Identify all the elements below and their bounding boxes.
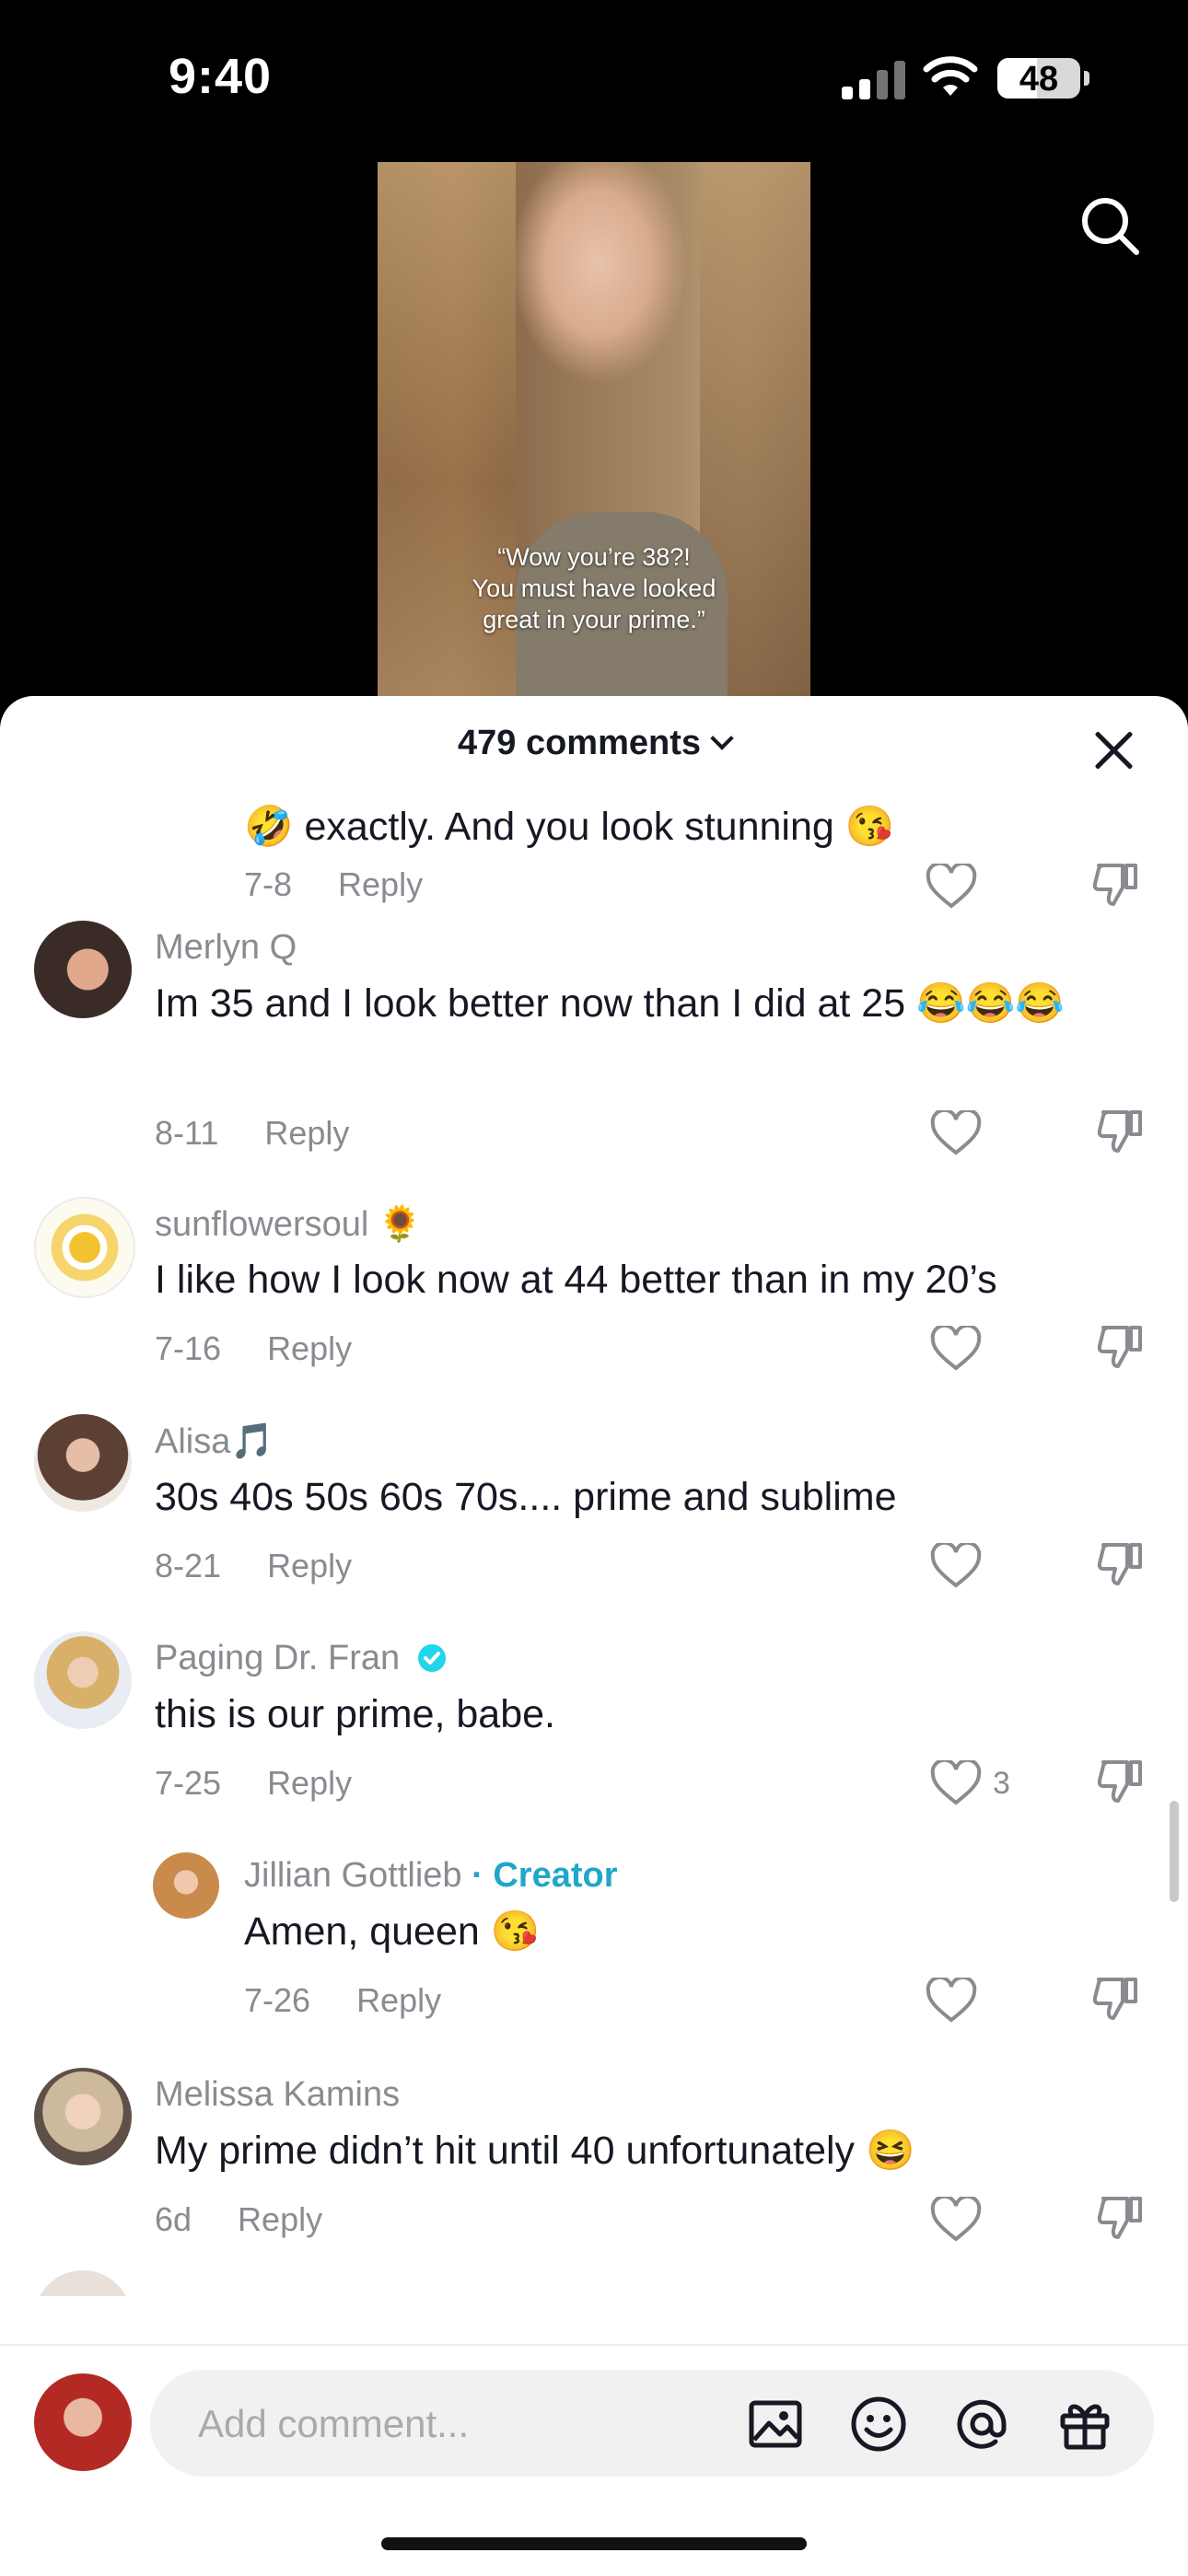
video-preview[interactable]: “Wow you’re 38?! You must have looked gr… — [378, 162, 810, 696]
comment-username[interactable]: Jillian Gottlieb · Creator — [244, 1856, 618, 1896]
comment-text: I like how I look now at 44 better than … — [155, 1258, 997, 1302]
comment-input[interactable] — [196, 2396, 716, 2453]
avatar[interactable] — [153, 1852, 219, 1919]
comment-meta: 7-25 Reply — [155, 1764, 352, 1803]
avatar[interactable] — [34, 1414, 132, 1512]
avatar[interactable] — [34, 2270, 132, 2296]
creator-label: · Creator — [472, 1856, 618, 1895]
comment-text: 30s 40s 50s 60s 70s.... prime and sublim… — [155, 1475, 897, 1519]
comment-username[interactable]: sunflowersoul 🌻 — [155, 1204, 422, 1245]
heart-icon[interactable] — [926, 1978, 977, 2024]
comment-text: this is our prime, babe. — [155, 1692, 555, 1736]
verified-badge-icon — [417, 1644, 446, 1672]
thumbs-down-icon[interactable] — [1096, 1539, 1146, 1589]
thumbs-down-icon[interactable] — [1096, 1322, 1146, 1372]
comment-text: My prime didn’t hit until 40 unfortunate… — [155, 2129, 915, 2173]
comment-username[interactable]: Paging Dr. Fran — [155, 1639, 447, 1678]
reply-button[interactable]: Reply — [238, 2200, 322, 2238]
comments-count-header[interactable]: 479 comments — [0, 724, 1188, 763]
thumbs-down-icon[interactable] — [1096, 2193, 1146, 2243]
heart-icon[interactable] — [930, 2197, 982, 2243]
heart-icon[interactable] — [926, 864, 977, 910]
avatar[interactable] — [34, 1197, 135, 1298]
like-count: 3 — [993, 1766, 1010, 1801]
cellular-signal-icon — [842, 59, 906, 99]
comment-meta: 6d Reply — [155, 2200, 322, 2239]
gift-icon[interactable] — [1056, 2396, 1113, 2453]
comments-count: 479 comments — [457, 724, 701, 762]
comments-sheet: 479 comments 🤣 exactly. And you look stu… — [0, 696, 1188, 2574]
comment-date: 7-25 — [155, 1764, 222, 1802]
thumbs-down-icon[interactable] — [1091, 860, 1141, 910]
comment-meta: 7-8 Reply — [244, 865, 423, 904]
comment-text: 🤣 exactly. And you look stunning 😘 — [244, 805, 895, 849]
user-avatar[interactable] — [34, 2373, 132, 2471]
home-indicator[interactable] — [381, 2537, 807, 2550]
avatar[interactable] — [34, 2068, 132, 2165]
status-time: 9:40 — [169, 49, 273, 104]
reply-button[interactable]: Reply — [356, 1981, 441, 2019]
video-caption: “Wow you’re 38?! You must have looked gr… — [378, 541, 810, 635]
comment-meta: 7-26 Reply — [244, 1981, 441, 2020]
comment-meta: 8-11 Reply — [155, 1114, 349, 1153]
caption-line: You must have looked — [472, 574, 716, 602]
comment-meta: 8-21 Reply — [155, 1547, 352, 1585]
thumbs-down-icon[interactable] — [1091, 1974, 1141, 2024]
thumbs-down-icon[interactable] — [1096, 1107, 1146, 1156]
comment-date: 6d — [155, 2200, 192, 2238]
status-bar: 9:40 48 — [0, 0, 1188, 147]
avatar[interactable] — [34, 921, 132, 1018]
battery-icon: 48 — [997, 58, 1089, 99]
chevron-down-icon — [710, 726, 734, 750]
caption-line: great in your prime.” — [483, 606, 705, 633]
comment-list[interactable]: 🤣 exactly. And you look stunning 😘 7-8 Re… — [0, 786, 1188, 2296]
heart-icon[interactable] — [930, 1110, 982, 1156]
comment-text: Amen, queen 😘 — [244, 1909, 541, 1954]
avatar[interactable] — [34, 1631, 132, 1729]
comment-username[interactable]: Alisa🎵 — [155, 1421, 274, 1462]
reply-button[interactable]: Reply — [338, 865, 423, 903]
close-icon[interactable] — [1092, 729, 1135, 772]
username-text: Paging Dr. Fran — [155, 1639, 401, 1677]
comment-meta: 7-16 Reply — [155, 1329, 352, 1368]
comment-date: 7-8 — [244, 865, 293, 903]
comment-date: 8-11 — [155, 1114, 219, 1152]
comment-date: 7-16 — [155, 1329, 222, 1367]
comment-username[interactable]: Merlyn Q — [155, 928, 297, 968]
comment-date: 7-26 — [244, 1981, 311, 2019]
search-icon[interactable] — [1077, 193, 1144, 260]
heart-icon[interactable] — [930, 1326, 982, 1372]
reply-button[interactable]: Reply — [267, 1329, 352, 1367]
reply-button[interactable]: Reply — [267, 1764, 352, 1802]
heart-icon[interactable] — [930, 1760, 982, 1806]
image-icon[interactable] — [747, 2396, 804, 2453]
username-text: Jillian Gottlieb — [244, 1856, 462, 1895]
mention-icon[interactable] — [953, 2396, 1010, 2453]
caption-line: “Wow you’re 38?! — [497, 543, 691, 571]
comment-date: 8-21 — [155, 1547, 222, 1584]
comment-username[interactable]: Melissa Kamins — [155, 2075, 400, 2115]
heart-icon[interactable] — [930, 1543, 982, 1589]
comment-text: Im 35 and I look better now than I did a… — [155, 981, 1065, 1026]
emoji-icon[interactable] — [850, 2396, 907, 2453]
comment-input-container[interactable] — [150, 2370, 1154, 2477]
thumbs-down-icon[interactable] — [1096, 1757, 1146, 1806]
reply-button[interactable]: Reply — [264, 1114, 349, 1152]
scrollbar[interactable] — [1170, 1801, 1179, 1902]
battery-level: 48 — [1019, 60, 1059, 99]
reply-button[interactable]: Reply — [267, 1547, 352, 1584]
wifi-icon — [923, 56, 978, 96]
